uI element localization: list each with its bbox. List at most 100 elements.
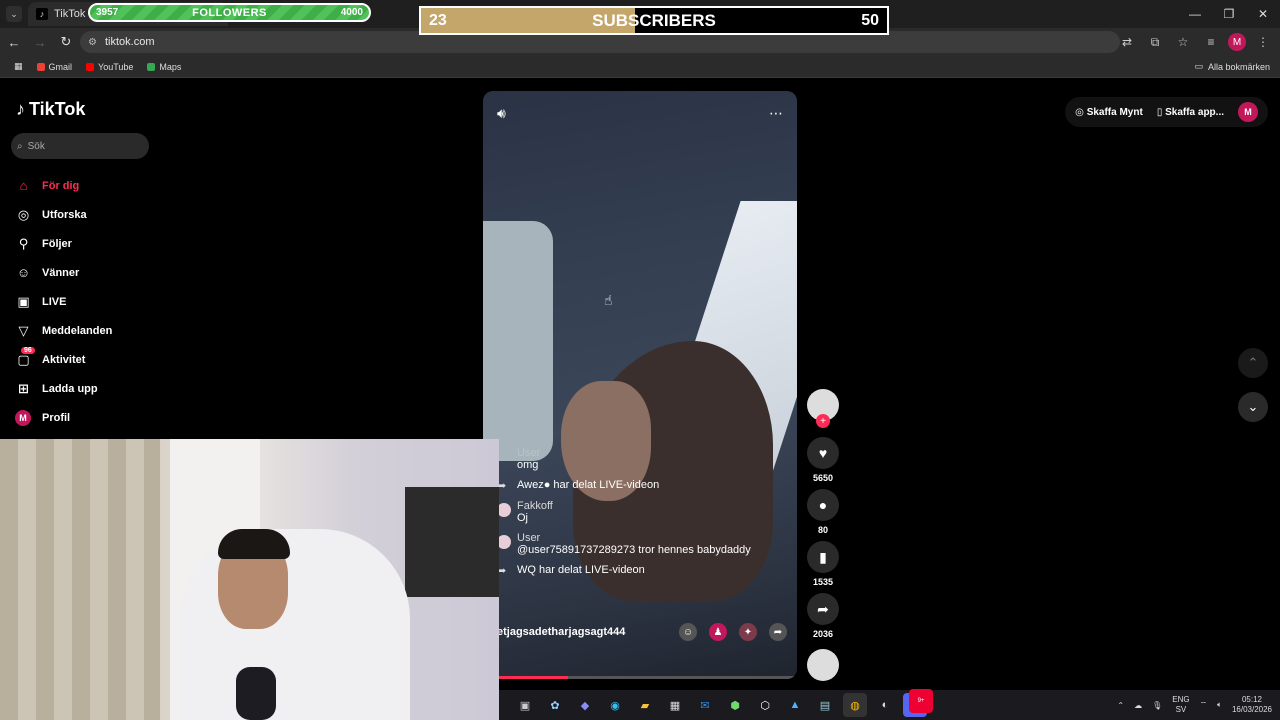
emoji-icon[interactable]: ☺ (679, 623, 697, 641)
gallery-icon[interactable]: ▤ (813, 693, 837, 717)
teams-icon[interactable]: ◆ (573, 693, 597, 717)
lang-primary: ENG (1172, 695, 1190, 704)
sidebar-item-messages[interactable]: ▽ Meddelanden (15, 316, 113, 345)
chat-avatar (497, 503, 511, 517)
system-tray: ⌃ ☁ 🎙︎ ENG SV ⌔ 🔈︎ 05:12 16/03/2026 (1117, 690, 1272, 720)
live-host-bar: etjagsadetharjagsagt444 ☺ ♟ ✦ ➦ (497, 623, 787, 641)
webcam-person-hoodie (180, 529, 410, 720)
share-icon: ➦ (497, 565, 507, 577)
live-video-player[interactable]: 🔊︎ ⋯ User omg ➦ Awez● har delat LIVE-vid… (483, 91, 797, 679)
sidebar-item-label: För dig (42, 179, 80, 192)
close-icon[interactable]: ✕ (1246, 0, 1280, 28)
file-explorer-icon[interactable]: ▰ (633, 693, 657, 717)
bookmark-youtube[interactable]: YouTube (86, 62, 133, 72)
save-button[interactable]: ▮ 1535 (807, 541, 839, 587)
volume-icon[interactable]: 🔊︎ (497, 105, 506, 122)
share-live-icon[interactable]: ➦ (769, 623, 787, 641)
sidebar-item-friends[interactable]: ☺ Vänner (15, 258, 112, 287)
home-icon: ⌂ (19, 178, 28, 193)
live-chat: User omg ➦ Awez● har delat LIVE-videon F… (497, 447, 787, 585)
chat-user: Fakkoff (517, 500, 553, 512)
browser-menu-icon[interactable]: ⋮ (1252, 31, 1274, 53)
tiktok-note-icon: ♪ (16, 99, 25, 119)
sidebar-item-following[interactable]: ⚲ Följer (15, 229, 112, 258)
vpn-icon[interactable]: ⬢ (723, 693, 747, 717)
photos-icon[interactable]: ▲ (783, 693, 807, 717)
chevron-down-icon[interactable]: ⌄ (1238, 392, 1268, 422)
search-input[interactable]: ⌕ Sök (11, 133, 149, 159)
browser-profile-avatar[interactable]: M (1228, 33, 1246, 51)
sidebar-item-label: Profil (42, 411, 71, 424)
sidebar-item-explore[interactable]: ◎ Utforska (15, 200, 112, 229)
host-username[interactable]: etjagsadetharjagsagt444 (497, 626, 667, 638)
gift-icon[interactable]: ✦ (739, 623, 757, 641)
onedrive-icon[interactable]: ☁ (1134, 701, 1142, 710)
store-icon[interactable]: ▦ (663, 693, 687, 717)
share-button[interactable]: ➦ 2036 (807, 593, 839, 639)
task-view-icon[interactable]: ▣ (513, 693, 537, 717)
tray-chevron-up-icon[interactable]: ⌃ (1117, 701, 1124, 710)
translate-icon[interactable]: ⇄ (1116, 31, 1138, 53)
user-avatar[interactable]: M (1238, 102, 1258, 122)
back-icon[interactable]: ← (2, 30, 26, 54)
like-button[interactable]: ♥ 5650 (807, 437, 839, 483)
sidebar-item-activity[interactable]: ▢ 96 Aktivitet (15, 345, 112, 374)
chevron-up-icon[interactable]: ⌃ (1238, 348, 1268, 378)
url-text: tiktok.com (104, 36, 155, 48)
video-progress-bar[interactable] (483, 676, 797, 679)
bookmark-maps[interactable]: Maps (147, 62, 181, 72)
edge-icon[interactable]: ◉ (603, 693, 627, 717)
tiktok-favicon-icon: ♪ (36, 8, 48, 20)
taskbar-apps: ▣ ✿ ◆ ◉ ▰ ▦ ✉ ⬢ ⬡ ▲ ▤ ◍ ◐ ☻9+ (513, 689, 933, 717)
install-app-icon[interactable]: ⧉ (1144, 31, 1166, 53)
webcam-person-hair (218, 529, 290, 559)
music-disc-avatar[interactable] (807, 649, 839, 681)
followers-goal: 4000 (340, 7, 363, 18)
get-app-label: Skaffa app... (1165, 106, 1224, 118)
clock-time: 05:12 (1241, 695, 1262, 704)
wifi-icon[interactable]: ⌔ (1200, 700, 1208, 710)
discord-icon[interactable]: ☻9+ (903, 689, 933, 717)
sidebar-item-label: Följer (42, 237, 72, 250)
chat-avatar (497, 535, 511, 549)
hand-cursor-icon: ☝ (604, 292, 613, 308)
all-bookmarks-label: Alla bokmärken (1207, 61, 1270, 72)
tiktok-logo[interactable]: ♪ TikTok (16, 99, 85, 120)
get-app-button[interactable]: ▯ Skaffa app... (1157, 107, 1224, 118)
chat-user: User (517, 447, 541, 459)
copilot-icon[interactable]: ✿ (543, 693, 567, 717)
sidebar-item-live[interactable]: ▣ LIVE (15, 287, 112, 316)
obs-icon[interactable]: ◐ (873, 693, 897, 717)
sidebar-item-label: Ladda upp (42, 382, 98, 395)
sidebar-item-for-you[interactable]: ⌂ För dig (15, 171, 112, 200)
reload-icon[interactable]: ↻ (54, 30, 78, 54)
sidebar-item-upload[interactable]: ⊞ Ladda upp (15, 374, 112, 403)
volume-tray-icon[interactable]: 🔈︎ (1217, 700, 1222, 710)
minimize-icon[interactable]: — (1178, 0, 1212, 28)
language-switcher[interactable]: ENG SV (1172, 695, 1189, 715)
site-info-icon[interactable]: ⚙ (88, 37, 97, 48)
forward-icon[interactable]: → (28, 30, 52, 54)
webcam-tv (405, 487, 499, 597)
slack-icon[interactable]: ⬡ (753, 693, 777, 717)
clock[interactable]: 05:12 16/03/2026 (1232, 695, 1272, 715)
media-controls-icon[interactable]: ≡ (1200, 31, 1222, 53)
apps-grid-icon[interactable]: ▦ (14, 61, 23, 72)
guests-icon[interactable]: ♟ (709, 623, 727, 641)
get-coins-button[interactable]: ◎ Skaffa Mynt (1075, 107, 1143, 118)
bookmark-star-icon[interactable]: ☆ (1172, 31, 1194, 53)
creator-avatar[interactable]: + (807, 389, 839, 428)
outlook-icon[interactable]: ✉ (693, 693, 717, 717)
chat-text: WQ har delat LIVE-videon (517, 564, 645, 576)
tab-search-button[interactable]: ⌄ (6, 6, 22, 22)
maximize-icon[interactable]: ❐ (1212, 0, 1246, 28)
sidebar-item-profile[interactable]: M Profil (15, 403, 112, 432)
bookmark-label: YouTube (98, 61, 134, 72)
mic-icon[interactable]: 🎙︎ (1152, 701, 1162, 710)
follow-plus-icon[interactable]: + (816, 414, 830, 428)
chrome-icon[interactable]: ◍ (843, 693, 867, 717)
more-options-icon[interactable]: ⋯ (769, 105, 783, 122)
comment-button[interactable]: ● 80 (807, 489, 839, 535)
bookmark-gmail[interactable]: Gmail (36, 62, 72, 72)
all-bookmarks[interactable]: ▭ Alla bokmärken (1194, 61, 1270, 72)
